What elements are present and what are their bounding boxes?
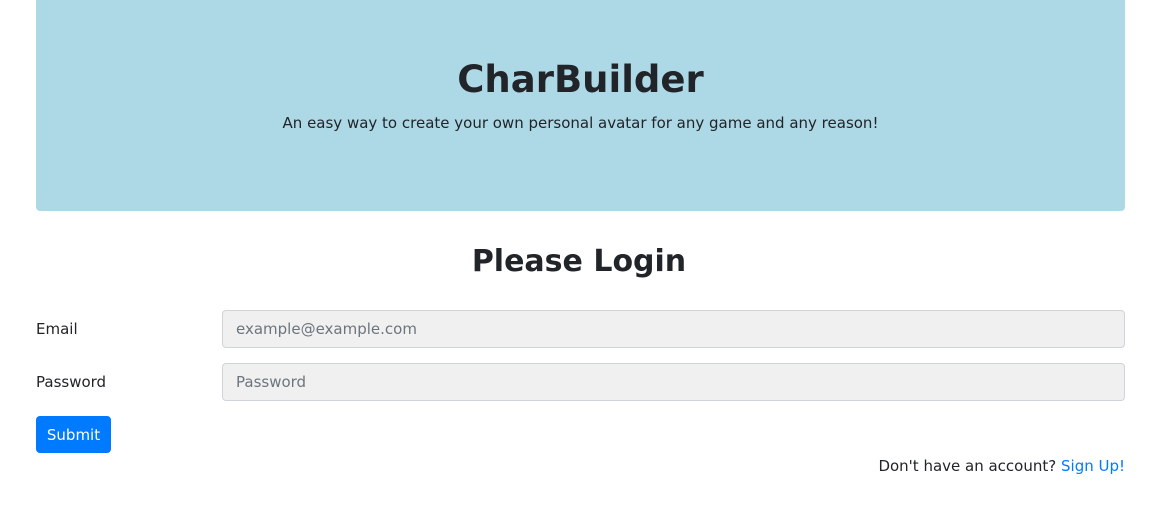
signup-link[interactable]: Sign Up! [1061,457,1125,475]
email-label: Email [36,320,78,338]
submit-button[interactable]: Submit [36,416,111,453]
email-row: Email [36,310,1125,348]
email-field[interactable] [222,310,1125,348]
app-tagline: An easy way to create your own personal … [282,114,879,132]
password-label: Password [36,373,107,391]
page: CharBuilder An easy way to create your o… [0,0,1158,523]
app-title: CharBuilder [457,58,704,101]
signup-prompt-text: Don't have an account? [878,457,1057,475]
signup-prompt: Don't have an account? Sign Up! [878,455,1125,477]
password-field[interactable] [222,363,1125,401]
password-row: Password [36,363,1125,401]
hero-banner: CharBuilder An easy way to create your o… [36,0,1125,211]
login-heading: Please Login [471,244,687,279]
